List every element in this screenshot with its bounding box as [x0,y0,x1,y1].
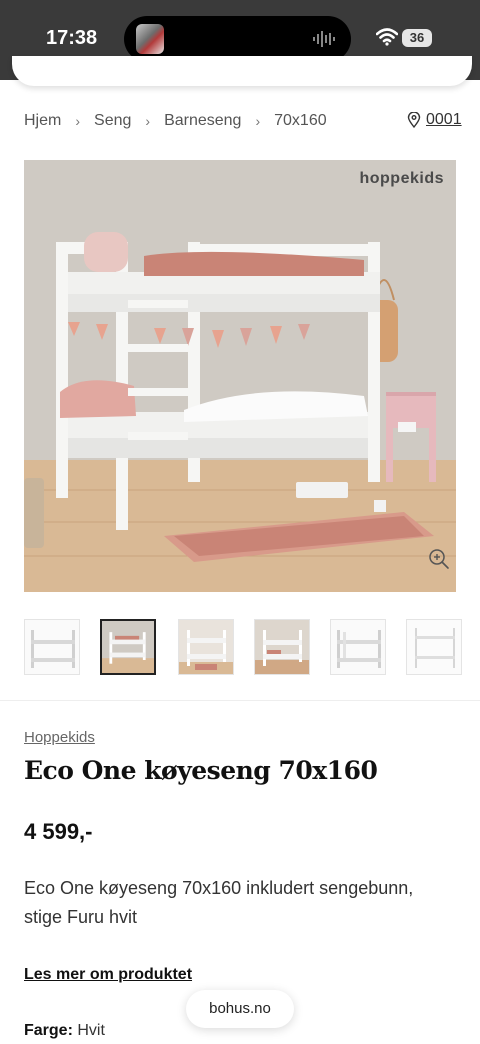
store-selector[interactable]: 0001 [407,111,462,129]
thumbnail-strip [24,619,480,675]
chevron-right-icon: › [255,113,261,129]
breadcrumb: Hjem › Seng › Barneseng › 70x160 [24,112,327,130]
brand-link[interactable]: Hoppekids [24,729,95,746]
color-row: Farge: Hvit [24,1022,105,1040]
brand-watermark: hoppekids [359,170,444,187]
read-more-link[interactable]: Les mer om produktet [24,966,192,984]
thumbnail-5[interactable] [330,619,386,675]
product-price: 4 599,- [24,819,93,844]
store-number[interactable]: 0001 [426,111,462,129]
battery-icon: 36 [402,29,432,47]
header-sheet [12,56,472,86]
thumbnail-6[interactable] [406,619,462,675]
chevron-right-icon: › [75,113,81,129]
thumbnail-4[interactable] [254,619,310,675]
color-label: Farge: [24,1022,73,1039]
product-description: Eco One køyeseng 70x160 inkludert sengeb… [24,878,414,927]
thumbnail-1[interactable] [24,619,80,675]
color-value: Hvit [77,1022,105,1039]
thumbnail-2[interactable] [100,619,156,675]
breadcrumb-current: 70x160 [274,112,327,129]
wifi-icon [376,28,398,46]
now-playing-thumbnail [136,24,164,54]
product-title: Eco One køyeseng 70x160 [24,756,378,785]
map-pin-icon [407,112,421,128]
status-time: 17:38 [46,27,98,49]
bunk-bed-photo [24,160,456,592]
product-main-image[interactable]: hoppekids [24,160,456,592]
chevron-right-icon: › [145,113,151,129]
waveform-icon [313,31,335,47]
address-bar[interactable]: bohus.no [186,990,294,1028]
thumbnail-3[interactable] [178,619,234,675]
breadcrumb-seng[interactable]: Seng [94,112,131,130]
zoom-in-icon[interactable] [428,548,450,570]
breadcrumb-barneseng[interactable]: Barneseng [164,112,241,130]
breadcrumb-home[interactable]: Hjem [24,112,61,130]
